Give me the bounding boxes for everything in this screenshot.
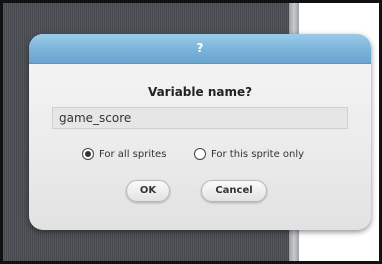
dialog-titlebar[interactable]: ? (29, 34, 371, 64)
ok-button[interactable]: OK (126, 180, 170, 202)
radio-unselected-icon[interactable] (194, 148, 206, 160)
variable-name-input[interactable] (52, 107, 348, 129)
radio-label-this-sprite: For this sprite only (211, 148, 305, 160)
dialog-title: ? (196, 41, 204, 55)
cancel-button[interactable]: Cancel (201, 180, 267, 202)
radio-selected-icon[interactable] (82, 148, 94, 160)
prompt-label: Variable name? (147, 85, 253, 99)
radio-for-all-sprites[interactable]: For all sprites (82, 146, 166, 162)
radio-for-this-sprite[interactable]: For this sprite only (194, 146, 304, 162)
radio-label-all-sprites: For all sprites (99, 148, 167, 160)
variable-name-dialog: ? Variable name? For all sprites For thi… (29, 34, 371, 230)
